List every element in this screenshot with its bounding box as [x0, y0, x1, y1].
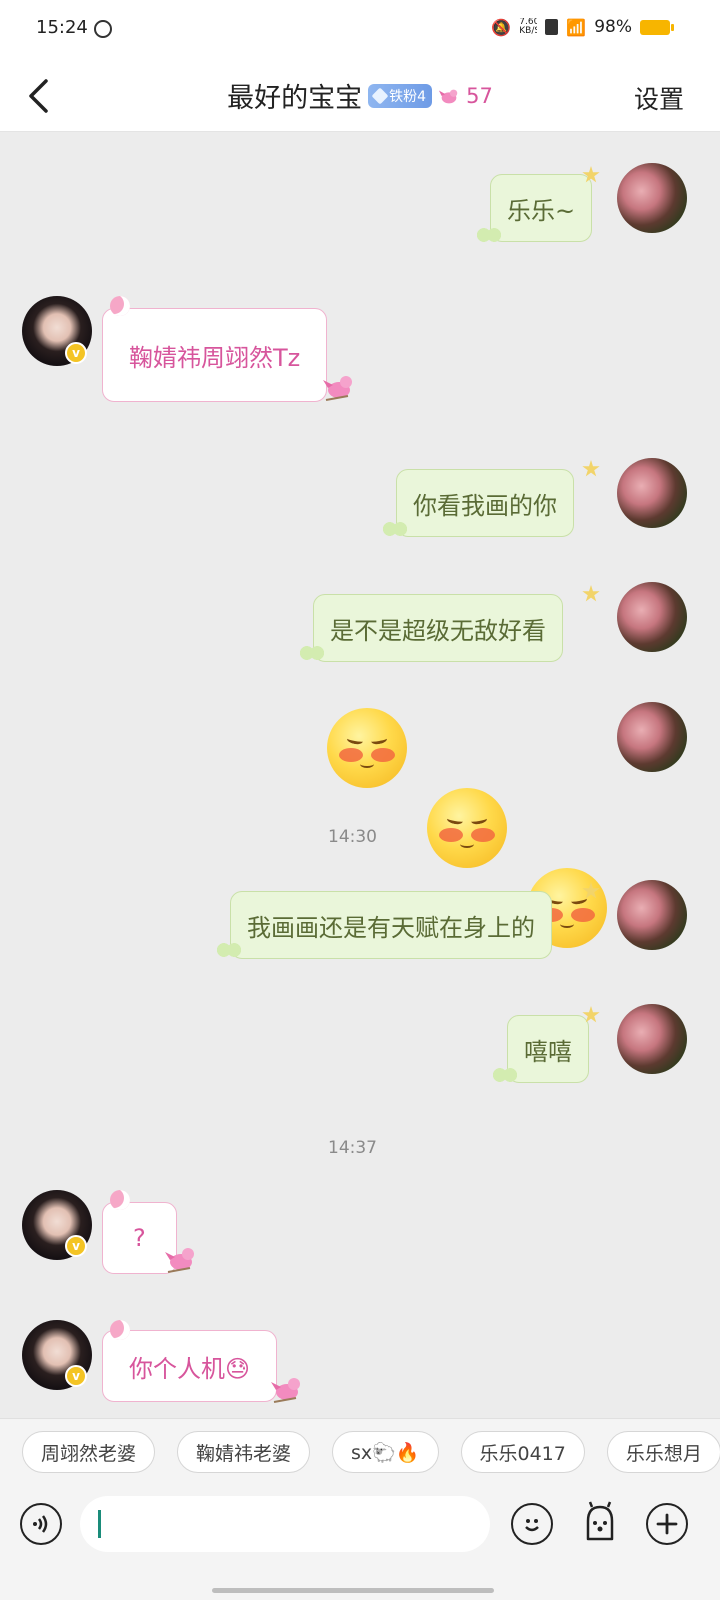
battery-percent: 98% [594, 17, 632, 37]
moon-decoration-icon [110, 1190, 130, 1210]
my-avatar[interactable] [617, 458, 687, 528]
text-cursor [98, 1510, 101, 1538]
star-decoration-icon [582, 460, 600, 477]
shy-emoji[interactable] [327, 708, 407, 788]
paw-icon [586, 1501, 614, 1541]
bow-decoration-icon [216, 943, 242, 957]
quick-reply-chip[interactable]: sx🐑🔥 [332, 1431, 439, 1473]
sim-icon [545, 19, 559, 35]
star-decoration-icon [582, 585, 600, 602]
message-bubble[interactable]: 是不是超级无敌好看 [313, 594, 563, 662]
fan-badge-label: 铁粉4 [389, 88, 427, 105]
moon-decoration-icon [110, 1320, 130, 1340]
bow-decoration-icon [492, 1068, 518, 1082]
bird-decoration-icon [165, 1248, 194, 1273]
input-bar [0, 1484, 720, 1600]
add-button[interactable] [646, 1503, 688, 1545]
status-time: 15:24 [36, 17, 88, 38]
my-avatar[interactable] [617, 702, 687, 772]
verified-badge-icon: v [65, 1365, 87, 1387]
quick-reply-chip[interactable]: 鞠婧祎老婆 [177, 1431, 311, 1473]
quick-reply-bar: 周翊然老婆 鞠婧祎老婆 sx🐑🔥 乐乐0417 乐乐想月 [0, 1418, 720, 1484]
diamond-icon [371, 87, 389, 104]
bird-decoration-icon [323, 376, 352, 401]
settings-button[interactable]: 设置 [634, 80, 684, 116]
bow-decoration-icon [382, 522, 408, 536]
my-avatar[interactable] [617, 582, 687, 652]
message-bubble[interactable]: 嘻嘻 [507, 1015, 589, 1083]
sticker-button[interactable] [578, 1501, 622, 1545]
quick-reply-chip[interactable]: 乐乐0417 [460, 1431, 585, 1473]
status-bar: 15:24 🔕 7.60 KB/S 📶 98% [0, 0, 720, 60]
bird-icon [439, 89, 458, 103]
sync-icon [94, 20, 112, 38]
voice-button[interactable] [20, 1503, 62, 1545]
quick-reply-chip[interactable]: 周翊然老婆 [22, 1431, 156, 1473]
my-avatar[interactable] [617, 880, 687, 950]
status-right: 🔕 7.60 KB/S 📶 98% [491, 17, 674, 37]
voice-icon [33, 1515, 48, 1533]
bow-decoration-icon [476, 228, 502, 242]
message-bubble[interactable]: 鞠婧祎周翊然Tz [102, 308, 328, 402]
bow-decoration-icon [299, 646, 325, 660]
smiley-icon [525, 1519, 539, 1532]
message-bubble[interactable]: 你个人机😓 [102, 1330, 278, 1402]
network-speed: 7.60 KB/S [519, 18, 538, 36]
battery-icon [640, 19, 674, 35]
quick-reply-chip[interactable]: 乐乐想月 [606, 1431, 720, 1473]
my-avatar[interactable] [617, 163, 687, 233]
fan-count: 57 [466, 83, 493, 108]
title-group: 最好的宝宝 铁粉4 57 [0, 76, 720, 115]
verified-badge-icon: v [65, 1235, 87, 1257]
plus-icon [656, 1513, 678, 1535]
message-bubble[interactable]: 你看我画的你 [396, 469, 574, 537]
message-bubble[interactable]: 我画画还是有天赋在身上的 [230, 891, 552, 959]
wifi-icon: 📶 [566, 17, 587, 37]
fan-badge[interactable]: 铁粉4 [368, 83, 433, 108]
chat-header: 最好的宝宝 铁粉4 57 设置 [0, 60, 720, 132]
home-indicator[interactable] [212, 1588, 494, 1593]
message-bubble[interactable]: 乐乐~ [490, 174, 593, 242]
emoji-button[interactable] [511, 1503, 553, 1545]
verified-badge-icon: v [65, 342, 87, 364]
timestamp: 14:37 [328, 1138, 377, 1158]
bird-decoration-icon [271, 1378, 300, 1403]
message-input[interactable] [80, 1496, 490, 1552]
chat-title: 最好的宝宝 [227, 83, 363, 114]
mute-icon: 🔕 [491, 17, 512, 37]
timestamp: 14:30 [328, 827, 377, 847]
my-avatar[interactable] [617, 1004, 687, 1074]
quick-reply-list: 周翊然老婆 鞠婧祎老婆 sx🐑🔥 乐乐0417 乐乐想月 [22, 1431, 720, 1473]
moon-decoration-icon [110, 296, 130, 316]
